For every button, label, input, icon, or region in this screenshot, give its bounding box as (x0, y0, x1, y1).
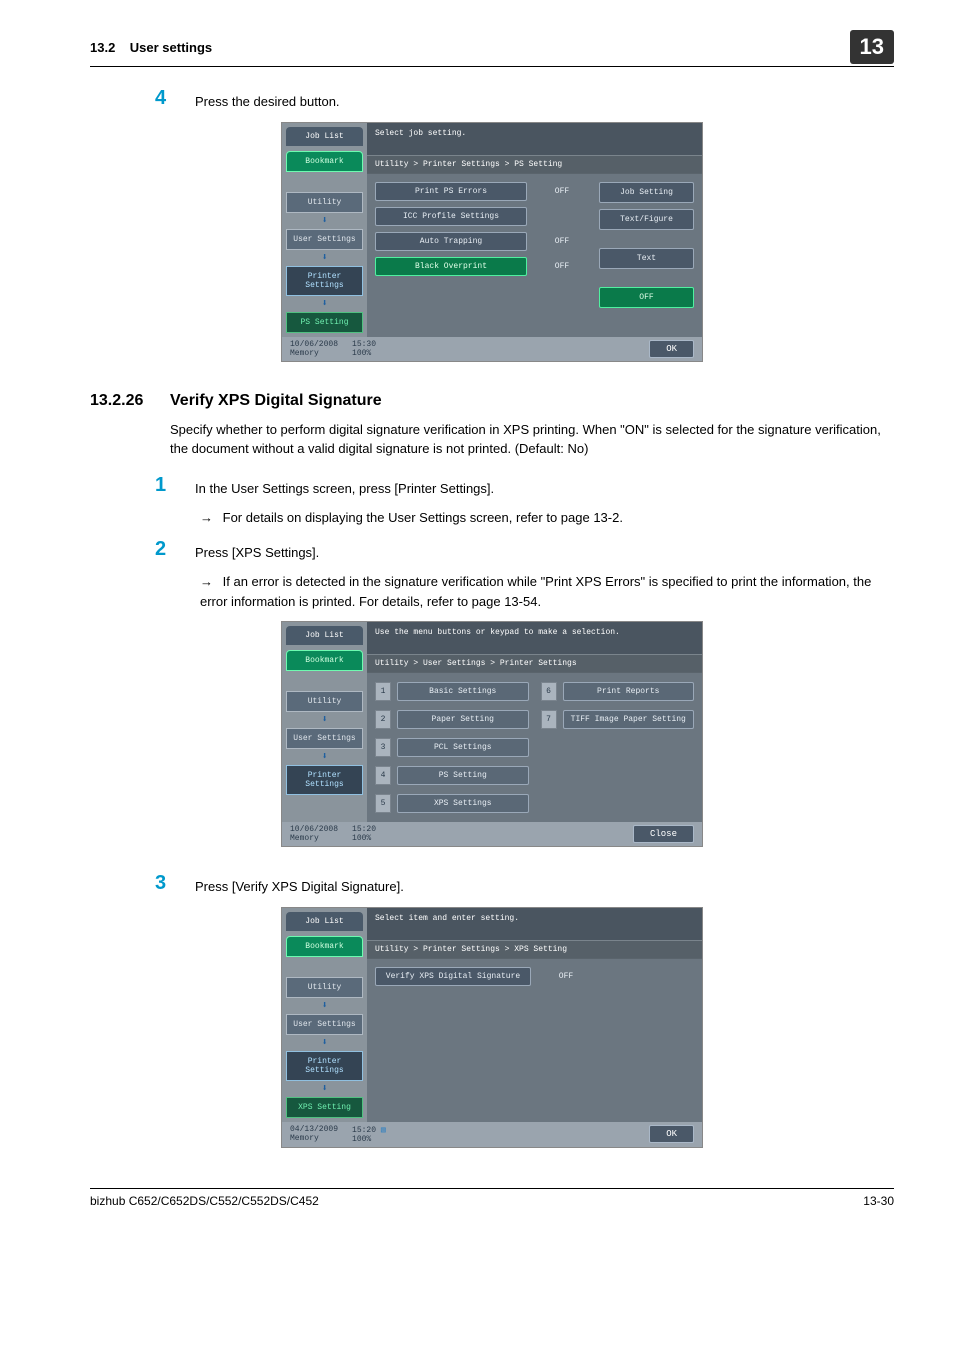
nav-utility[interactable]: Utility (286, 977, 363, 998)
nav-user-settings[interactable]: User Settings (286, 229, 363, 250)
tab-joblist[interactable]: Job List (286, 912, 363, 931)
arrow-down-icon: ⬇ (286, 714, 363, 726)
value-off: OFF (533, 262, 591, 271)
tab-bookmark[interactable]: Bookmark (286, 936, 363, 957)
close-button[interactable]: Close (633, 825, 694, 843)
time: 15:30 (352, 340, 376, 349)
nav-user-settings[interactable]: User Settings (286, 1014, 363, 1035)
sub-text: For details on displaying the User Setti… (223, 510, 623, 525)
date: 10/06/2008 (290, 825, 338, 834)
breadcrumb: Utility > User Settings > Printer Settin… (367, 654, 702, 673)
step-number: 1 (155, 474, 195, 497)
num-2: 2 (375, 710, 391, 729)
screenshot-printer-settings: Job List Bookmark Utility ⬇ User Setting… (281, 621, 703, 847)
num-5: 5 (375, 794, 391, 813)
time: 15:20 (352, 825, 376, 834)
xps-settings-button[interactable]: XPS Settings (397, 794, 529, 813)
instruction-text: Use the menu buttons or keypad to make a… (367, 622, 702, 654)
arrow-down-icon: ⬇ (286, 751, 363, 763)
tab-joblist[interactable]: Job List (286, 626, 363, 645)
screenshot-ps-setting: Job List Bookmark Utility ⬇ User Setting… (281, 122, 703, 362)
memory-label: Memory (290, 1134, 319, 1143)
instruction-text: Select job setting. (367, 123, 702, 155)
arrow-down-icon: ⬇ (286, 252, 363, 264)
section-body: Specify whether to perform digital signa… (170, 420, 894, 459)
memory-pct: 100% (352, 349, 371, 358)
nav-printer-settings[interactable]: Printer Settings (286, 266, 363, 296)
num-1: 1 (375, 682, 391, 701)
step-number: 4 (155, 87, 195, 110)
num-7: 7 (541, 710, 557, 729)
text-button[interactable]: Text (599, 248, 694, 269)
breadcrumb: Utility > Printer Settings > XPS Setting (367, 940, 702, 959)
arrow-icon: → (200, 574, 213, 589)
step-text: In the User Settings screen, press [Prin… (195, 474, 494, 499)
verify-xps-button[interactable]: Verify XPS Digital Signature (375, 967, 531, 986)
nav-utility[interactable]: Utility (286, 691, 363, 712)
arrow-down-icon: ⬇ (286, 215, 363, 227)
arrow-down-icon: ⬇ (286, 1083, 363, 1095)
num-3: 3 (375, 738, 391, 757)
section-number: 13.2.26 (90, 392, 170, 410)
tab-bookmark[interactable]: Bookmark (286, 151, 363, 172)
print-ps-errors-button[interactable]: Print PS Errors (375, 182, 527, 201)
text-figure-button[interactable]: Text/Figure (599, 209, 694, 230)
sub-text: If an error is detected in the signature… (200, 574, 871, 609)
arrow-down-icon: ⬇ (286, 1000, 363, 1012)
num-6: 6 (541, 682, 557, 701)
section-title: Verify XPS Digital Signature (170, 392, 382, 410)
value-off: OFF (533, 187, 591, 196)
step-number: 3 (155, 872, 195, 895)
tiff-button[interactable]: TIFF Image Paper Setting (563, 710, 695, 729)
status-icon: ▧ (381, 1126, 386, 1135)
nav-utility[interactable]: Utility (286, 192, 363, 213)
nav-user-settings[interactable]: User Settings (286, 728, 363, 749)
instruction-text: Select item and enter setting. (367, 908, 702, 940)
footer-right: 13-30 (863, 1194, 894, 1208)
ok-button[interactable]: OK (649, 340, 694, 358)
header-title: User settings (130, 40, 212, 55)
ps-setting-button[interactable]: PS Setting (397, 766, 529, 785)
basic-settings-button[interactable]: Basic Settings (397, 682, 529, 701)
arrow-down-icon: ⬇ (286, 1037, 363, 1049)
value-off: OFF (537, 972, 595, 981)
nav-xps-setting[interactable]: XPS Setting (286, 1097, 363, 1118)
memory-label: Memory (290, 349, 319, 358)
ok-button[interactable]: OK (649, 1125, 694, 1143)
tab-joblist[interactable]: Job List (286, 127, 363, 146)
nav-ps-setting[interactable]: PS Setting (286, 312, 363, 333)
job-setting-label: Job Setting (599, 182, 694, 203)
paper-setting-button[interactable]: Paper Setting (397, 710, 529, 729)
header-section: 13.2 (90, 40, 115, 55)
num-4: 4 (375, 766, 391, 785)
auto-trapping-button[interactable]: Auto Trapping (375, 232, 527, 251)
memory-pct: 100% (352, 834, 371, 843)
tab-bookmark[interactable]: Bookmark (286, 650, 363, 671)
date: 04/13/2009 (290, 1125, 338, 1134)
arrow-icon: → (200, 510, 213, 525)
breadcrumb: Utility > Printer Settings > PS Setting (367, 155, 702, 174)
pcl-settings-button[interactable]: PCL Settings (397, 738, 529, 757)
step-number: 2 (155, 538, 195, 561)
step-text: Press the desired button. (195, 87, 340, 112)
black-overprint-button[interactable]: Black Overprint (375, 257, 527, 276)
memory-pct: 100% (352, 1135, 371, 1144)
date: 10/06/2008 (290, 340, 338, 349)
step-text: Press [Verify XPS Digital Signature]. (195, 872, 404, 897)
nav-printer-settings[interactable]: Printer Settings (286, 1051, 363, 1081)
step-text: Press [XPS Settings]. (195, 538, 319, 563)
footer-left: bizhub C652/C652DS/C552/C552DS/C452 (90, 1194, 319, 1208)
time: 15:20 (352, 1126, 376, 1135)
chapter-badge: 13 (850, 30, 894, 64)
value-off: OFF (533, 237, 591, 246)
print-reports-button[interactable]: Print Reports (563, 682, 695, 701)
arrow-down-icon: ⬇ (286, 298, 363, 310)
page-header: 13.2 User settings 13 (90, 30, 894, 67)
screenshot-xps-setting: Job List Bookmark Utility ⬇ User Setting… (281, 907, 703, 1148)
off-button[interactable]: OFF (599, 287, 694, 308)
nav-printer-settings[interactable]: Printer Settings (286, 765, 363, 795)
memory-label: Memory (290, 834, 319, 843)
icc-profile-button[interactable]: ICC Profile Settings (375, 207, 527, 226)
